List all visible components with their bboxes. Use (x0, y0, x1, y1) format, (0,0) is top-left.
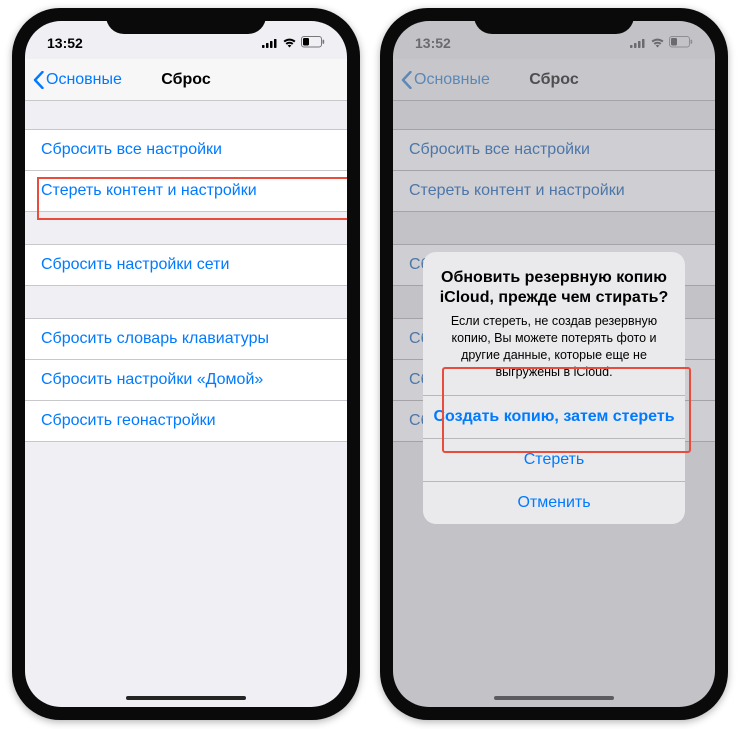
group-1: Сбросить все настройки Стереть контент и… (25, 129, 347, 212)
reset-all-settings[interactable]: Сбросить все настройки (25, 129, 347, 171)
status-right (262, 35, 325, 51)
reset-location-privacy[interactable]: Сбросить геонастройки (25, 401, 347, 442)
group-3: Сбросить словарь клавиатуры Сбросить нас… (25, 318, 347, 442)
alert-head: Обновить резервную копию iCloud, прежде … (423, 252, 685, 395)
battery-icon (301, 35, 325, 51)
screen-right: 13:52 Основные Сброс Сбросить все настро… (393, 21, 715, 707)
back-button[interactable]: Основные (33, 71, 122, 89)
notch (106, 8, 266, 34)
status-time: 13:52 (47, 35, 83, 51)
nav-bar: Основные Сброс (25, 59, 347, 101)
cancel-button[interactable]: Отменить (423, 481, 685, 524)
signal-icon (262, 35, 278, 51)
home-indicator[interactable] (126, 696, 246, 701)
screen-left: 13:52 Основные Сброс Сбросить все настро… (25, 21, 347, 707)
phone-left: 13:52 Основные Сброс Сбросить все настро… (12, 8, 360, 720)
notch (474, 8, 634, 34)
backup-then-erase-button[interactable]: Создать копию, затем стереть (423, 395, 685, 438)
erase-content-settings[interactable]: Стереть контент и настройки (25, 171, 347, 212)
group-2: Сбросить настройки сети (25, 244, 347, 286)
settings-content: Сбросить все настройки Стереть контент и… (25, 129, 347, 442)
alert-title: Обновить резервную копию iCloud, прежде … (437, 268, 671, 308)
reset-home-screen[interactable]: Сбросить настройки «Домой» (25, 360, 347, 401)
alert-message: Если стереть, не создав резервную копию,… (437, 313, 671, 381)
wifi-icon (282, 35, 297, 51)
home-indicator[interactable] (494, 696, 614, 701)
erase-now-button[interactable]: Стереть (423, 438, 685, 481)
reset-keyboard-dictionary[interactable]: Сбросить словарь клавиатуры (25, 318, 347, 360)
back-label: Основные (46, 71, 122, 89)
reset-network-settings[interactable]: Сбросить настройки сети (25, 244, 347, 286)
alert-dialog: Обновить резервную копию iCloud, прежде … (423, 252, 685, 524)
nav-title: Сброс (161, 71, 210, 89)
phone-right: 13:52 Основные Сброс Сбросить все настро… (380, 8, 728, 720)
chevron-left-icon (33, 71, 44, 89)
modal-overlay: Обновить резервную копию iCloud, прежде … (393, 21, 715, 707)
